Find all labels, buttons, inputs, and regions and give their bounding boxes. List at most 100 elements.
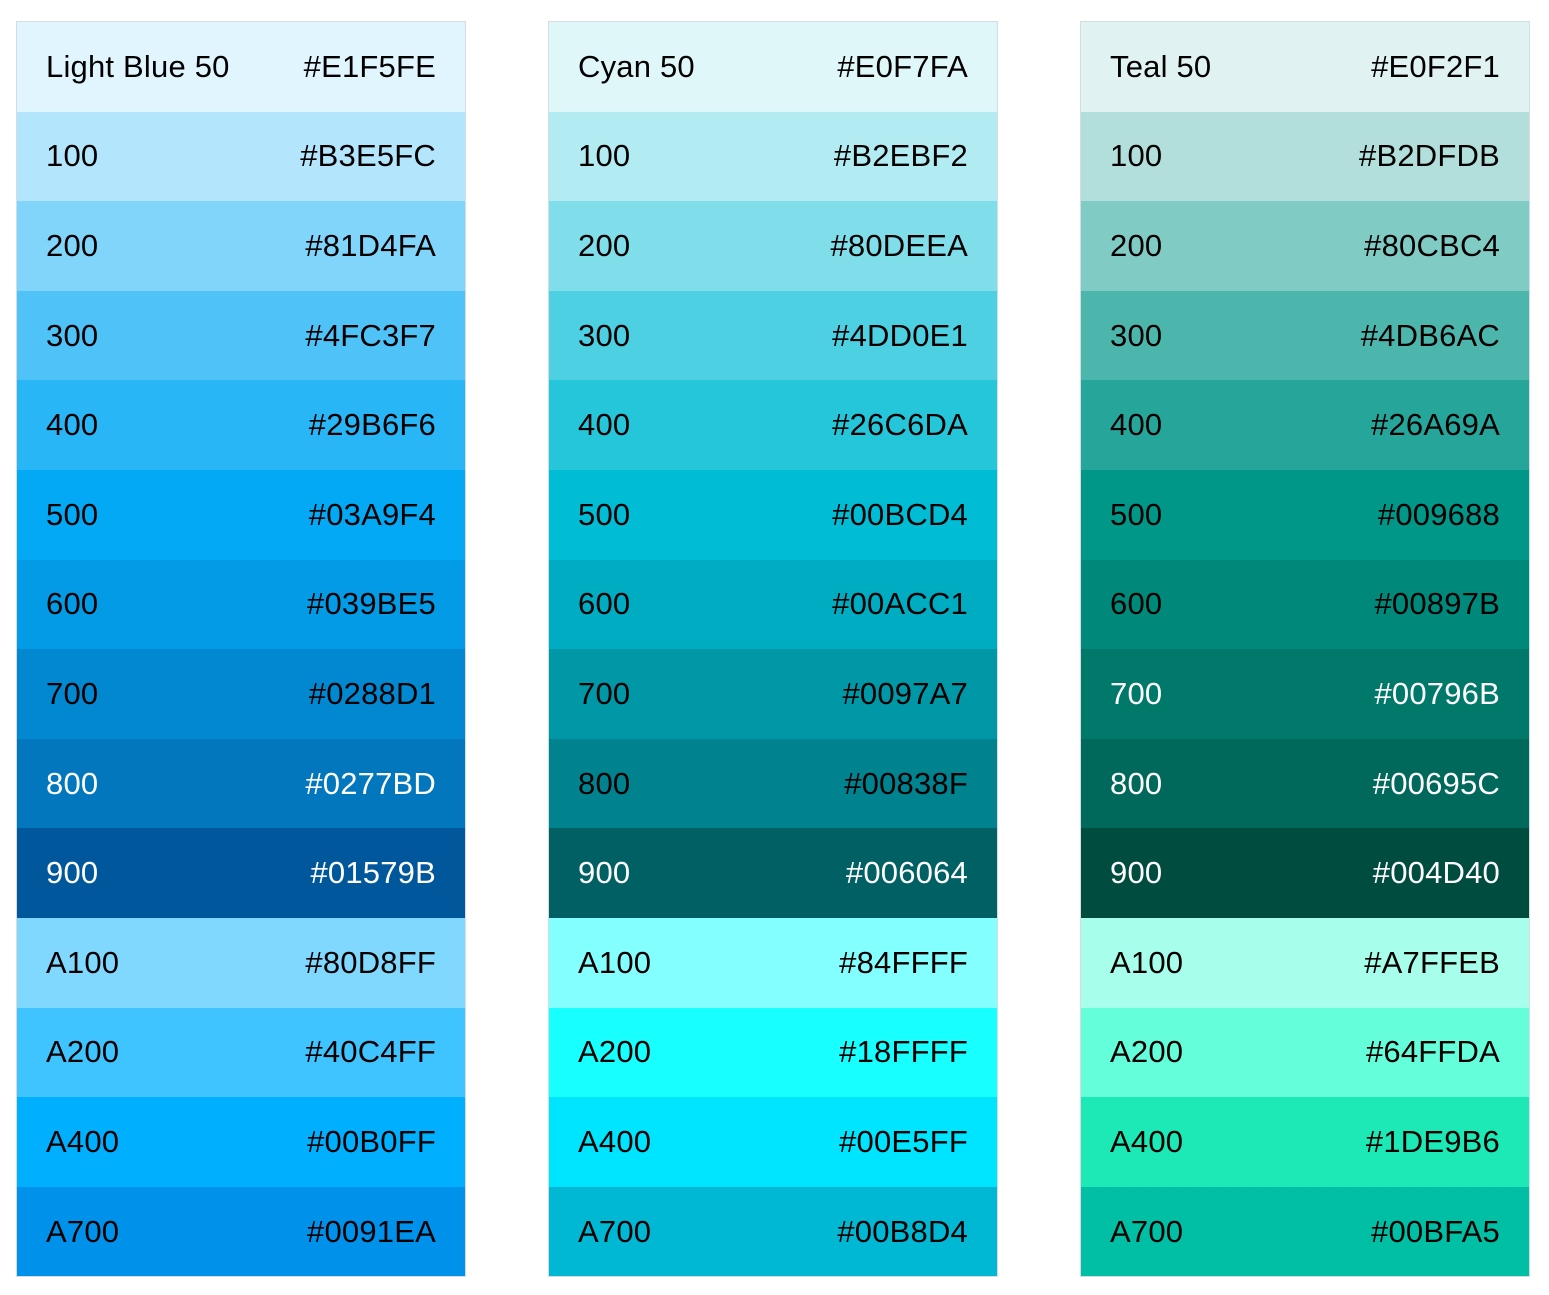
shade-label: 800 <box>1110 765 1163 801</box>
hex-code-label: #B3E5FC <box>300 138 436 174</box>
cyan-swatch-row: Cyan 50 #E0F7FA <box>549 22 997 112</box>
hex-code-label: #18FFFF <box>839 1034 968 1070</box>
hex-code-label: #00695C <box>1372 765 1500 801</box>
teal-swatch-row: 800 #00695C <box>1081 738 1529 829</box>
cyan-swatch-row: 700 #0097A7 <box>549 649 997 739</box>
hex-code-label: #039BE5 <box>307 586 436 622</box>
teal-swatch-row: 900 #004D40 <box>1081 828 1529 918</box>
hex-code-label: #009688 <box>1377 496 1500 532</box>
hex-code-label: #B2DFDB <box>1359 138 1500 174</box>
light-blue-swatch-row: 900 #01579B <box>17 828 465 918</box>
shade-label: A100 <box>578 944 652 980</box>
shade-label: Cyan 50 <box>578 48 695 84</box>
shade-label: A200 <box>46 1034 120 1070</box>
teal-swatch-row: A100 #A7FFEB <box>1081 917 1529 1008</box>
shade-label: Light Blue 50 <box>46 48 230 84</box>
hex-code-label: #00B8D4 <box>837 1213 968 1249</box>
shade-label: Teal 50 <box>1110 48 1212 84</box>
shade-label: 800 <box>46 765 99 801</box>
hex-code-label: #80D8FF <box>305 944 436 980</box>
cyan-swatch-row: 200 #80DEEA <box>549 201 997 291</box>
shade-label: A400 <box>46 1123 120 1159</box>
cyan-swatch-row: 500 #00BCD4 <box>549 469 997 560</box>
shade-label: 500 <box>1110 496 1163 532</box>
shade-label: 200 <box>1110 227 1163 263</box>
shade-label: 100 <box>578 138 631 174</box>
hex-code-label: #80DEEA <box>830 227 968 263</box>
teal-swatch-row: 500 #009688 <box>1081 469 1529 560</box>
shade-label: A400 <box>578 1123 652 1159</box>
teal-swatch-row: 100 #B2DFDB <box>1081 111 1529 202</box>
light-blue-swatch-row: 600 #039BE5 <box>17 559 465 650</box>
cyan-swatch-row: 900 #006064 <box>549 828 997 918</box>
cyan-swatch-row: 300 #4DD0E1 <box>549 290 997 381</box>
shade-label: 100 <box>46 138 99 174</box>
cyan-swatch-row: 800 #00838F <box>549 738 997 829</box>
cyan-swatch-row: 100 #B2EBF2 <box>549 111 997 202</box>
shade-label: 400 <box>1110 407 1163 443</box>
hex-code-label: #03A9F4 <box>308 496 436 532</box>
hex-code-label: #00897B <box>1374 586 1500 622</box>
shade-label: 100 <box>1110 138 1163 174</box>
shade-label: A700 <box>46 1213 120 1249</box>
hex-code-label: #01579B <box>310 855 436 891</box>
shade-label: 600 <box>578 586 631 622</box>
shade-label: A100 <box>46 944 120 980</box>
shade-label: A200 <box>1110 1034 1184 1070</box>
shade-label: 500 <box>578 496 631 532</box>
hex-code-label: #B2EBF2 <box>833 138 968 174</box>
palette-light-blue: Light Blue 50 #E1F5FE 100 #B3E5FC 200 #81D4FA… <box>16 21 466 1278</box>
hex-code-label: #00ACC1 <box>832 586 968 622</box>
cyan-swatch-row: A400 #00E5FF <box>549 1097 997 1187</box>
hex-code-label: #26C6DA <box>832 407 968 443</box>
hex-code-label: #E0F7FA <box>837 48 968 84</box>
hex-code-label: #00BCD4 <box>832 496 968 532</box>
hex-code-label: #40C4FF <box>305 1034 436 1070</box>
shade-label: 200 <box>46 227 99 263</box>
shade-label: 900 <box>46 855 99 891</box>
hex-code-label: #80CBC4 <box>1364 227 1500 263</box>
cyan-swatch-row: 600 #00ACC1 <box>549 559 997 650</box>
hex-code-label: #81D4FA <box>305 227 436 263</box>
shade-label: A400 <box>1110 1123 1184 1159</box>
light-blue-swatch-row: 500 #03A9F4 <box>17 469 465 560</box>
shade-label: 700 <box>578 675 631 711</box>
light-blue-swatch-row: A400 #00B0FF <box>17 1097 465 1187</box>
shade-label: 900 <box>578 855 631 891</box>
shade-label: 400 <box>578 407 631 443</box>
shade-label: 800 <box>578 765 631 801</box>
light-blue-swatch-row: 400 #29B6F6 <box>17 380 465 470</box>
hex-code-label: #4DD0E1 <box>832 317 968 353</box>
hex-code-label: #64FFDA <box>1365 1034 1500 1070</box>
hex-code-label: #84FFFF <box>839 944 968 980</box>
teal-swatch-row: 400 #26A69A <box>1081 380 1529 470</box>
shade-label: 700 <box>1110 675 1163 711</box>
shade-label: A100 <box>1110 944 1184 980</box>
hex-code-label: #00B0FF <box>307 1123 436 1159</box>
shade-label: A700 <box>578 1213 652 1249</box>
light-blue-swatch-row: 700 #0288D1 <box>17 649 465 739</box>
hex-code-label: #0288D1 <box>308 675 436 711</box>
hex-code-label: #E1F5FE <box>303 48 436 84</box>
shade-label: 200 <box>578 227 631 263</box>
hex-code-label: #4DB6AC <box>1360 317 1500 353</box>
shade-label: 300 <box>46 317 99 353</box>
teal-swatch-row: 700 #00796B <box>1081 649 1529 739</box>
hex-code-label: #0277BD <box>305 765 436 801</box>
cyan-swatch-row: A200 #18FFFF <box>549 1007 997 1098</box>
cyan-swatch-row: A100 #84FFFF <box>549 917 997 1008</box>
teal-swatch-row: Teal 50 #E0F2F1 <box>1081 22 1529 112</box>
light-blue-swatch-row: A100 #80D8FF <box>17 917 465 1008</box>
hex-code-label: #00796B <box>1374 675 1500 711</box>
light-blue-swatch-row: A200 #40C4FF <box>17 1007 465 1098</box>
teal-swatch-row: A400 #1DE9B6 <box>1081 1097 1529 1187</box>
light-blue-swatch-row: 200 #81D4FA <box>17 201 465 291</box>
light-blue-swatch-row: Light Blue 50 #E1F5FE <box>17 22 465 112</box>
hex-code-label: #E0F2F1 <box>1371 48 1500 84</box>
shade-label: 900 <box>1110 855 1163 891</box>
shade-label: 500 <box>46 496 99 532</box>
palette-teal: Teal 50 #E0F2F1 100 #B2DFDB 200 #80CBC4 300 #4D… <box>1080 21 1530 1278</box>
hex-code-label: #00E5FF <box>839 1123 968 1159</box>
hex-code-label: #006064 <box>845 855 968 891</box>
teal-swatch-row: 600 #00897B <box>1081 559 1529 650</box>
